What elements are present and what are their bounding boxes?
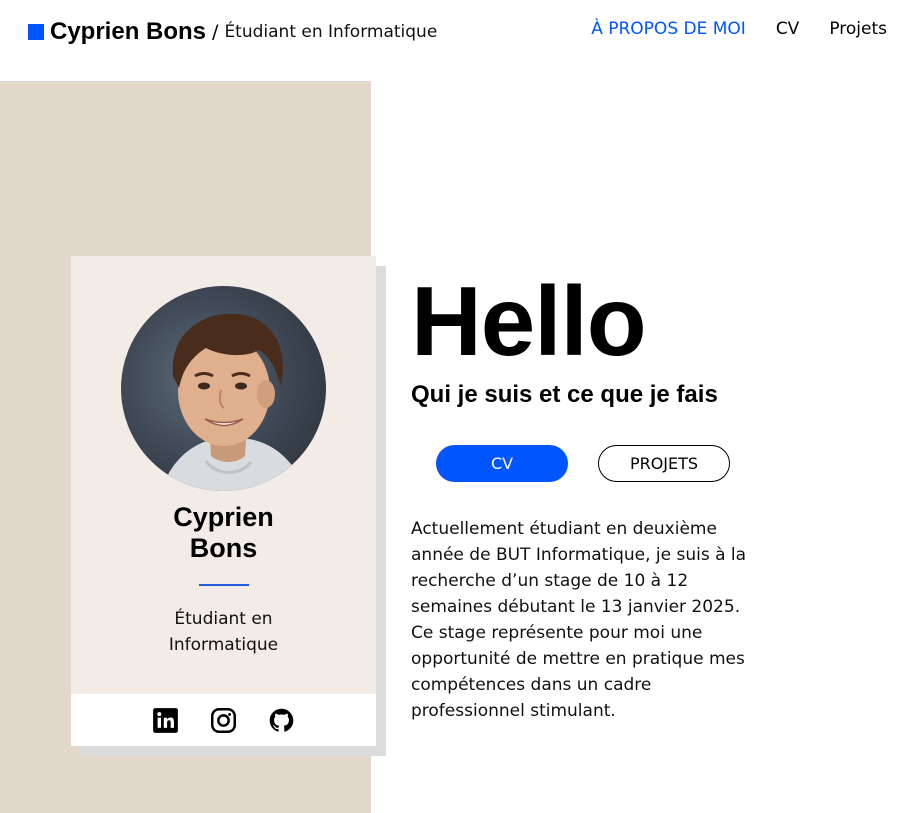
brand-subtitle: Étudiant en Informatique — [224, 22, 438, 42]
cv-button[interactable]: CV — [436, 445, 568, 482]
brand[interactable]: Cyprien Bons / Étudiant en Informatique — [28, 16, 437, 48]
github-icon[interactable] — [268, 707, 295, 734]
page: Cyprien Bons / Étudiant en Informatique … — [0, 0, 920, 813]
card-role: Étudiant en Informatique — [168, 609, 279, 655]
profile-card: Cyprien Bons Étudiant en Informatique — [71, 256, 376, 746]
nav-item-cv[interactable]: CV — [776, 19, 800, 39]
site-header: Cyprien Bons / Étudiant en Informatique … — [0, 0, 920, 64]
main-nav: À PROPOS DE MOI CV Projets — [591, 19, 887, 39]
hero-heading: Hello — [411, 266, 647, 376]
card-divider — [199, 584, 249, 586]
brand-name: Cyprien Bons — [50, 18, 207, 45]
projets-button[interactable]: PROJETS — [598, 445, 730, 482]
nav-item-a-propos[interactable]: À PROPOS DE MOI — [591, 19, 746, 39]
nav-item-projets[interactable]: Projets — [829, 19, 887, 39]
card-name-text: Cyprien Bons — [173, 502, 274, 563]
avatar-portrait — [161, 313, 306, 491]
brand-logo-square — [28, 24, 44, 40]
about-paragraph: Actuellement étudiant en deuxième année … — [411, 519, 747, 721]
brand-separator: / — [212, 21, 219, 43]
social-links — [71, 694, 376, 746]
card-name: Cyprien Bons — [71, 502, 376, 564]
linkedin-icon[interactable] — [152, 707, 179, 734]
hero-subtitle: Qui je suis et ce que je fais — [411, 381, 718, 408]
instagram-icon[interactable] — [210, 707, 237, 734]
avatar — [121, 286, 326, 491]
